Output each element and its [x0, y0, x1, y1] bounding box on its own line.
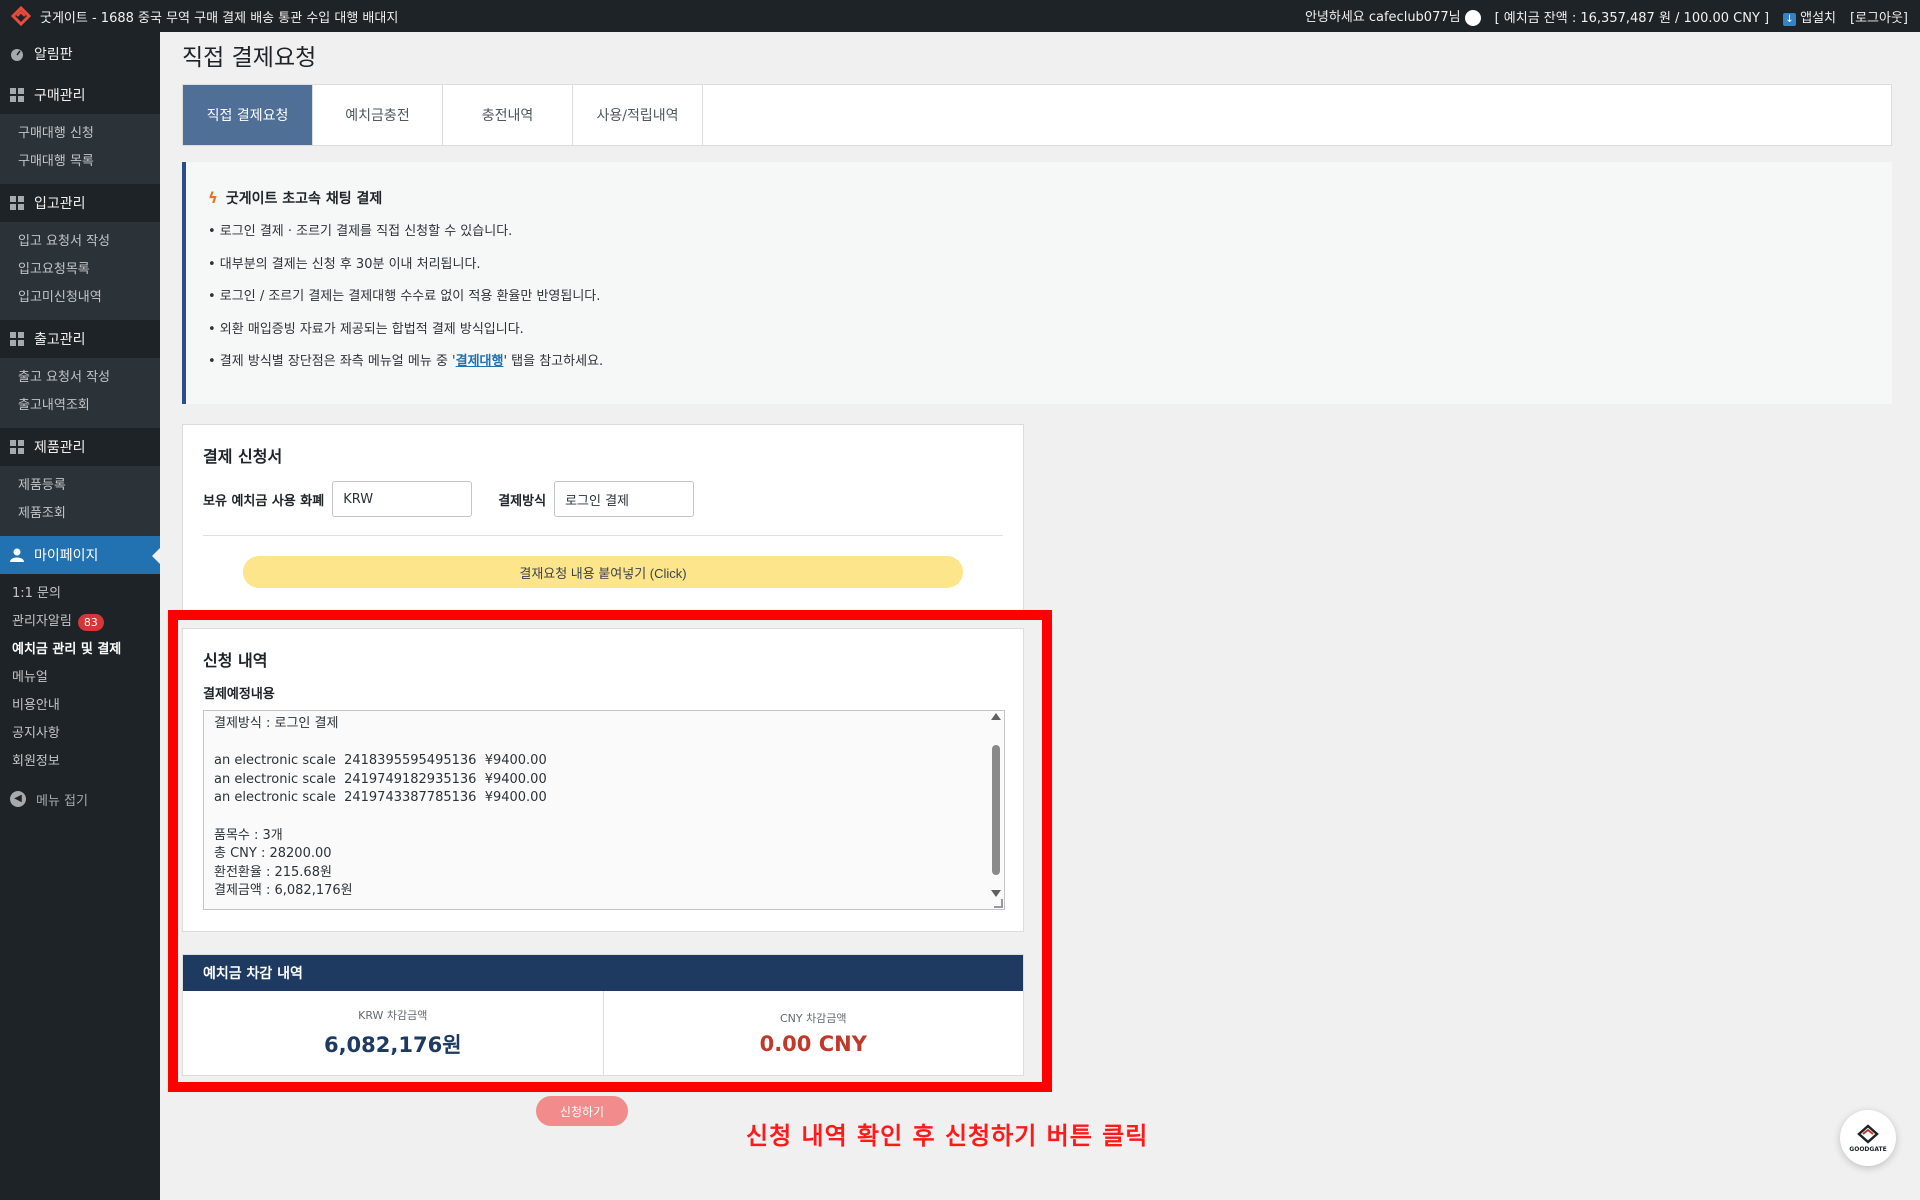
info-notice: ϟ 굿게이트 초고속 채팅 결제 • 로그인 결제 · 조르기 결제를 직접 신… [182, 162, 1892, 404]
admin-sidebar: 알림판 구매관리 구매대행 신청 구매대행 목록 입고관리 입고 요청서 작성 … [0, 32, 160, 1200]
sidebar-item-product-search[interactable]: 제품조회 [0, 500, 160, 528]
sidebar-item-manual[interactable]: 메뉴얼 [0, 664, 160, 692]
sidebar-item-inbound-unrequested[interactable]: 입고미신청내역 [0, 284, 160, 312]
page-title: 직접 결제요청 [182, 45, 317, 71]
sidebar-item-purchase-request[interactable]: 구매대행 신청 [0, 120, 160, 148]
sidebar-item-inbound-list[interactable]: 입고요청목록 [0, 256, 160, 284]
tab-charge-history[interactable]: 충전내역 [443, 85, 573, 145]
sidebar-item-dashboard[interactable]: 알림판 [0, 32, 160, 76]
notice-line: • 로그인 결제 · 조르기 결제를 직접 신청할 수 있습니다. [208, 224, 513, 239]
collapse-label: 메뉴 접기 [36, 793, 88, 809]
sidebar-label: 1:1 문의 [12, 586, 61, 601]
form-title: 결제 신청서 [203, 447, 283, 466]
sidebar-label: 알림판 [34, 47, 73, 63]
admin-topbar: 굿게이트 - 1688 중국 무역 구매 결제 배송 통관 수입 대행 배대지 … [0, 0, 1920, 32]
grid-icon [10, 440, 24, 454]
sidebar-label: 메뉴얼 [12, 670, 48, 685]
sidebar-item-products[interactable]: 제품관리 [0, 428, 160, 466]
payment-form-card: 결제 신청서 보유 예치금 사용 화폐 KRW 결제방식 로그인 결제 결재요청… [182, 424, 1024, 612]
goodgate-logo-icon[interactable] [8, 3, 34, 29]
tab-direct-payment[interactable]: 직접 결제요청 [183, 85, 313, 145]
sidebar-item-member-info[interactable]: 회원정보 [0, 748, 160, 776]
notice-line: • 결제 방식별 장단점은 좌측 메뉴얼 메뉴 중 '결제대행' 탭을 참고하세… [208, 350, 1892, 383]
submit-request-button[interactable]: 신청하기 [536, 1096, 628, 1126]
tab-usage-history[interactable]: 사용/적립내역 [573, 85, 703, 145]
form-row: 보유 예치금 사용 화폐 KRW 결제방식 로그인 결제 [203, 481, 1003, 517]
sidebar-item-outbound-write[interactable]: 출고 요청서 작성 [0, 364, 160, 392]
user-greeting[interactable]: 안녕하세요 cafeclub077님 [1305, 6, 1481, 26]
grid-icon [10, 196, 24, 210]
floating-goodgate-button[interactable]: GOODGATE [1840, 1110, 1896, 1166]
greeting-text: 안녕하세요 cafeclub077님 [1304, 10, 1461, 26]
avatar [1464, 9, 1481, 26]
sidebar-item-inbound[interactable]: 입고관리 [0, 184, 160, 222]
sidebar-label: 비용안내 [12, 698, 60, 713]
currency-select[interactable]: KRW [332, 481, 473, 517]
grid-icon [10, 88, 24, 102]
app-install-link[interactable]: ↓ 앱설치 [1783, 7, 1836, 26]
logout-link[interactable]: [로그아웃] [1850, 7, 1908, 26]
notice-text: ' 탭을 참고하세요. [503, 354, 604, 369]
grid-icon [10, 332, 24, 346]
sidebar-label: 출고관리 [34, 332, 86, 348]
notice-title: ϟ 굿게이트 초고속 채팅 결제 [208, 188, 1892, 208]
method-label: 결제방식 [498, 493, 547, 509]
paste-request-button[interactable]: 결재요청 내용 붙여넣기 (Click) [243, 556, 963, 588]
goodgate-logo-icon [1857, 1124, 1879, 1144]
sidebar-item-deposit-payment[interactable]: 예치금 관리 및 결제 [0, 636, 160, 664]
dashboard-icon [10, 47, 24, 61]
sidebar-label: 회원정보 [12, 754, 60, 769]
alert-count-badge: 83 [77, 613, 104, 631]
sidebar-label: 입고관리 [34, 196, 86, 212]
user-icon [10, 548, 24, 562]
notice-line: • 로그인 / 조르기 결제는 결제대행 수수료 없이 적용 환율만 반영됩니다… [208, 289, 601, 304]
sidebar-item-pricing[interactable]: 비용안내 [0, 692, 160, 720]
sidebar-label: 제품관리 [34, 440, 86, 456]
tab-deposit-charge[interactable]: 예치금충전 [313, 85, 443, 145]
instruction-annotation: 신청 내역 확인 후 신청하기 버튼 클릭 [746, 1122, 1149, 1150]
sidebar-item-admin-alerts[interactable]: 관리자알림 83 [0, 608, 160, 636]
sidebar-item-notices[interactable]: 공지사항 [0, 720, 160, 748]
site-title-link[interactable]: 굿게이트 - 1688 중국 무역 구매 결제 배송 통관 수입 대행 배대지 [40, 7, 398, 26]
submenu-purchase: 구매대행 신청 구매대행 목록 [0, 114, 160, 184]
currency-label: 보유 예치금 사용 화폐 [203, 493, 325, 509]
payment-agency-link[interactable]: 결제대행 [456, 354, 504, 369]
submenu-products: 제품등록 제품조회 [0, 466, 160, 536]
submenu-outbound: 출고 요청서 작성 출고내역조회 [0, 358, 160, 428]
sidebar-label: 구매관리 [34, 88, 86, 104]
red-highlight-annotation [168, 610, 1052, 1092]
notice-text: • 결제 방식별 장단점은 좌측 메뉴얼 메뉴 중 ' [208, 354, 456, 369]
notice-title-text: 굿게이트 초고속 채팅 결제 [225, 191, 383, 207]
submenu-mypage: 1:1 문의 관리자알림 83 예치금 관리 및 결제 메뉴얼 비용안내 공지사항… [0, 574, 160, 782]
tab-bar: 직접 결제요청 예치금충전 충전내역 사용/적립내역 [182, 84, 1892, 146]
lightning-icon: ϟ [208, 189, 218, 207]
sidebar-item-outbound[interactable]: 출고관리 [0, 320, 160, 358]
divider [203, 535, 1003, 536]
app-install-label: 앱설치 [1800, 10, 1837, 26]
topbar-right: 안녕하세요 cafeclub077님 [ 예치금 잔액 : 16,357,487… [1305, 6, 1920, 26]
float-logo-text: GOODGATE [1849, 1146, 1887, 1153]
sidebar-item-purchase-list[interactable]: 구매대행 목록 [0, 148, 160, 176]
sidebar-item-inquiry[interactable]: 1:1 문의 [0, 580, 160, 608]
notice-line: • 대부분의 결제는 신청 후 30분 이내 처리됩니다. [208, 256, 481, 272]
collapse-menu-button[interactable]: ◀ 메뉴 접기 [0, 782, 160, 816]
download-icon: ↓ [1783, 12, 1797, 26]
collapse-arrow-icon: ◀ [10, 791, 26, 807]
sidebar-item-outbound-history[interactable]: 출고내역조회 [0, 392, 160, 420]
submenu-inbound: 입고 요청서 작성 입고요청목록 입고미신청내역 [0, 222, 160, 320]
sidebar-item-product-register[interactable]: 제품등록 [0, 472, 160, 500]
notice-line: • 외환 매입증빙 자료가 제공되는 합법적 결제 방식입니다. [208, 321, 524, 337]
sidebar-item-purchase[interactable]: 구매관리 [0, 76, 160, 114]
sidebar-label: 예치금 관리 및 결제 [12, 642, 122, 657]
sidebar-label: 마이페이지 [34, 548, 99, 564]
sidebar-item-inbound-write[interactable]: 입고 요청서 작성 [0, 228, 160, 256]
sidebar-item-mypage[interactable]: 마이페이지 [0, 536, 160, 574]
balance-display: [ 예치금 잔액 : 16,357,487 원 / 100.00 CNY ] [1494, 10, 1770, 26]
sidebar-label: 관리자알림 [12, 614, 72, 629]
sidebar-label: 공지사항 [12, 726, 60, 741]
payment-method-select[interactable]: 로그인 결제 [554, 481, 695, 517]
